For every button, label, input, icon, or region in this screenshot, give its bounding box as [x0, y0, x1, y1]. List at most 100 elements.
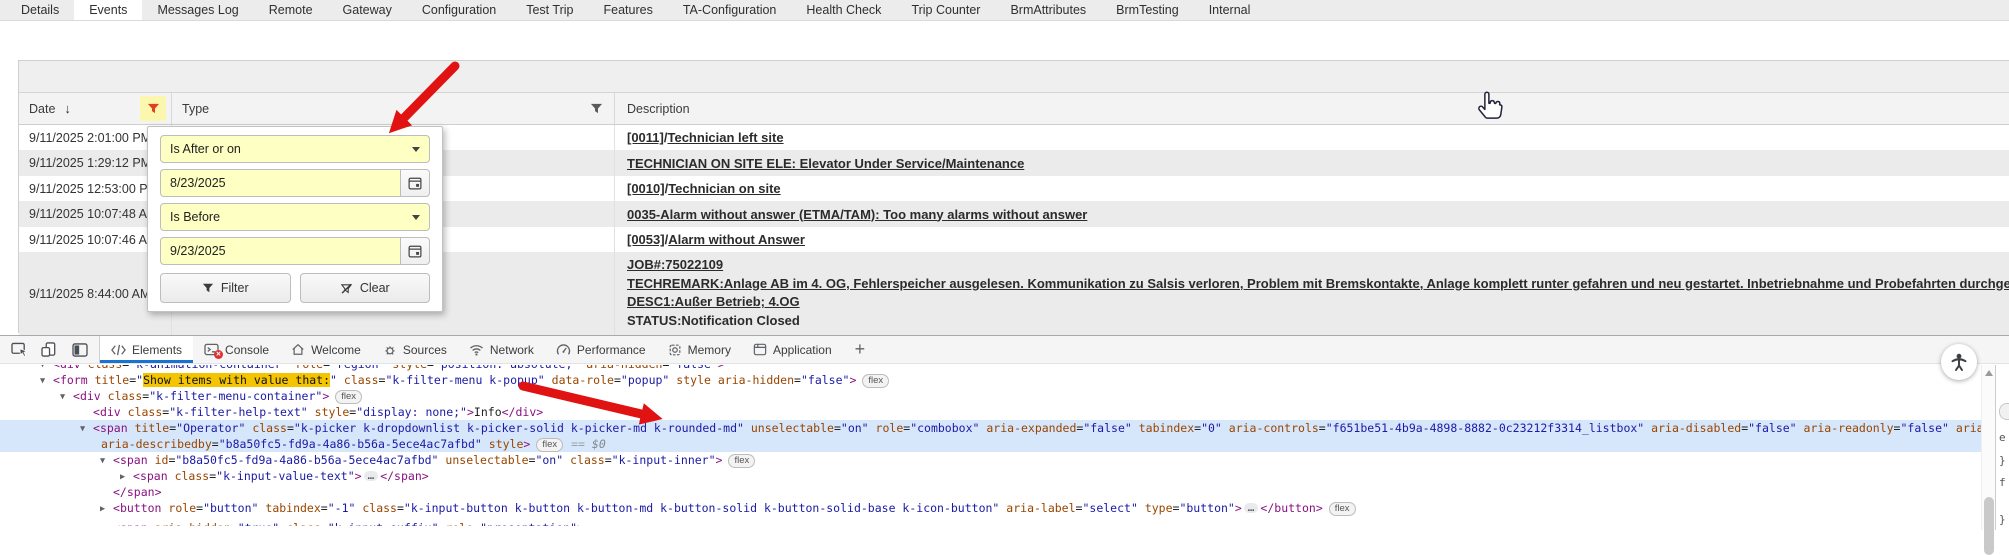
- dom-tree-line[interactable]: ▼<div class="k-animation-container" role…: [0, 365, 1981, 372]
- clipped-code-line: ▶<span aria-hidden="true" class="k-input…: [0, 520, 1981, 526]
- dom-tree-line[interactable]: ▶<button role="button" tabindex="-1" cla…: [0, 500, 1981, 516]
- expand-inline-icon[interactable]: …: [364, 471, 379, 481]
- description-link[interactable]: Technician left site: [668, 130, 784, 145]
- expand-inline-icon[interactable]: …: [1244, 503, 1259, 513]
- devtools-tab-label: Sources: [403, 343, 447, 357]
- filter-clear-button[interactable]: Clear: [300, 273, 431, 303]
- description-link[interactable]: Alarm without Answer: [668, 232, 805, 247]
- devtools-tabs: Elements✕ConsoleWelcomeSourcesNetworkPer…: [100, 336, 843, 363]
- devtools-tab-label: Console: [225, 343, 269, 357]
- devtools-scrollbar[interactable]: [1981, 365, 1996, 530]
- wifi-icon: [469, 344, 484, 356]
- tab-remote[interactable]: Remote: [254, 0, 328, 20]
- description-line: DESC1:Außer Betrieb; 4.OG: [627, 293, 2009, 312]
- expanded-twisty-icon[interactable]: ▼: [60, 389, 73, 405]
- tab-events[interactable]: Events: [74, 0, 142, 20]
- inspect-element-icon[interactable]: [11, 342, 28, 357]
- tab-trip-counter[interactable]: Trip Counter: [896, 0, 995, 20]
- flex-badge[interactable]: flex: [1329, 502, 1356, 516]
- dom-tree-line[interactable]: ▶<span class="k-input-value-text">…</spa…: [0, 468, 1981, 484]
- scrollbar-thumb[interactable]: [1984, 497, 1994, 555]
- chevron-down-icon: [412, 147, 420, 152]
- dom-tree-line-selected[interactable]: aria-describedby="b8a50fc5-fd9a-4a86-b56…: [0, 436, 1981, 452]
- dom-tree-line[interactable]: ▼<form title="Show items with value that…: [0, 372, 1981, 388]
- description-link[interactable]: DESC1:Außer Betrieb; 4.OG: [627, 294, 800, 309]
- dom-tree-line[interactable]: </span>: [0, 484, 1981, 500]
- dom-tree-line[interactable]: ▶<span aria-hidden="true" class="k-input…: [0, 520, 1981, 526]
- devtools-tab-label: Memory: [688, 343, 731, 357]
- tab-gateway[interactable]: Gateway: [328, 0, 407, 20]
- filter-date-1-input[interactable]: 8/23/2025: [160, 169, 400, 197]
- description-link[interactable]: JOB#:75022109: [627, 257, 723, 272]
- home-icon: [291, 343, 305, 356]
- flex-badge[interactable]: flex: [728, 454, 755, 468]
- description-link[interactable]: TECHNICIAN ON SITE ELE: Elevator Under S…: [627, 156, 1024, 171]
- flex-badge[interactable]: flex: [335, 390, 362, 404]
- expanded-twisty-icon[interactable]: ▼: [40, 365, 53, 372]
- tab-details[interactable]: Details: [6, 0, 74, 20]
- filter-date-2-input[interactable]: 9/23/2025: [160, 237, 400, 265]
- tab-messages-log[interactable]: Messages Log: [142, 0, 253, 20]
- devtools-tab-application[interactable]: Application: [742, 336, 843, 363]
- calendar-icon-button-2[interactable]: [400, 237, 430, 265]
- description-link[interactable]: [0053]: [627, 232, 665, 247]
- devtools-tab-network[interactable]: Network: [458, 336, 545, 363]
- column-header-description[interactable]: Description: [615, 93, 2009, 124]
- devtools-tab-label: Performance: [577, 343, 646, 357]
- filter-operator-1-dropdown[interactable]: Is After or on: [160, 135, 430, 163]
- activity-bar-layout-icon[interactable]: [72, 343, 88, 357]
- dom-tree-line[interactable]: ▼<div class="k-filter-menu-container">fl…: [0, 388, 1981, 404]
- devtools-tab-welcome[interactable]: Welcome: [280, 336, 372, 363]
- styles-pane-text-fragment: e: [1999, 431, 2006, 444]
- tab-health-check[interactable]: Health Check: [791, 0, 896, 20]
- description-link[interactable]: TECHREMARK:Anlage AB im 4. OG, Fehlerspe…: [627, 276, 2009, 291]
- devtools-tab-elements[interactable]: Elements: [100, 336, 193, 363]
- console-error-badge: ✕: [214, 350, 223, 359]
- tab-features[interactable]: Features: [588, 0, 667, 20]
- cell-description: TECHNICIAN ON SITE ELE: Elevator Under S…: [615, 150, 2009, 176]
- page-tabstrip: DetailsEventsMessages LogRemoteGatewayCo…: [0, 0, 2009, 21]
- type-filter-funnel-icon[interactable]: [583, 96, 609, 121]
- devtools-tab-sources[interactable]: Sources: [372, 336, 458, 363]
- collapsed-twisty-icon[interactable]: ▶: [100, 501, 113, 517]
- tab-brmtesting[interactable]: BrmTesting: [1101, 0, 1194, 20]
- devtools-tab-label: Welcome: [311, 343, 361, 357]
- flex-badge[interactable]: flex: [862, 374, 889, 388]
- styles-pane-text-fragment: f: [1999, 476, 2006, 489]
- expanded-twisty-icon[interactable]: ▼: [80, 421, 93, 437]
- description-line: JOB#:75022109: [627, 256, 2009, 275]
- description-link[interactable]: Technician on site: [668, 181, 780, 196]
- tab-configuration[interactable]: Configuration: [407, 0, 511, 20]
- calendar-icon-button-1[interactable]: [400, 169, 430, 197]
- column-header-type[interactable]: Type: [172, 93, 615, 124]
- filter-operator-2-dropdown[interactable]: Is Before: [160, 203, 430, 231]
- scroll-up-arrow-icon[interactable]: [1985, 370, 1993, 376]
- more-tools-button[interactable]: +: [843, 336, 878, 363]
- description-link[interactable]: [0010]: [627, 181, 665, 196]
- collapsed-twisty-icon[interactable]: ▶: [100, 521, 113, 526]
- devtools-toolbar: Elements✕ConsoleWelcomeSourcesNetworkPer…: [0, 336, 2009, 364]
- description-link[interactable]: 0035-Alarm without answer (ETMA/TAM): To…: [627, 207, 1087, 222]
- devtools-tab-memory[interactable]: Memory: [657, 336, 742, 363]
- collapsed-twisty-icon[interactable]: ▶: [120, 469, 133, 485]
- tab-brmattributes[interactable]: BrmAttributes: [995, 0, 1101, 20]
- filter-submit-button[interactable]: Filter: [160, 273, 291, 303]
- device-emulation-icon[interactable]: [41, 342, 59, 357]
- date-filter-funnel-icon[interactable]: [140, 96, 166, 121]
- tab-ta-configuration[interactable]: TA-Configuration: [668, 0, 792, 20]
- devtools-tab-console[interactable]: ✕Console: [193, 336, 280, 363]
- column-header-date[interactable]: Date ↓: [19, 93, 172, 124]
- dom-tree-line[interactable]: ▼<span id="b8a50fc5-fd9a-4a86-b56a-5ece4…: [0, 452, 1981, 468]
- dom-tree-line[interactable]: <div class="k-filter-help-text" style="d…: [0, 404, 1981, 420]
- dom-tree-line-selected[interactable]: ▼<span title="Operator" class="k-picker …: [0, 420, 1981, 436]
- expanded-twisty-icon[interactable]: ▼: [100, 453, 113, 469]
- devtools-tab-performance[interactable]: Performance: [545, 336, 657, 363]
- flex-badge[interactable]: flex: [536, 438, 563, 452]
- accessibility-overlay-button[interactable]: [1941, 344, 1977, 380]
- description-link[interactable]: [0011]: [627, 130, 664, 145]
- tab-internal[interactable]: Internal: [1194, 0, 1266, 20]
- styles-filter-sliver: [1999, 403, 2009, 420]
- expanded-twisty-icon[interactable]: ▼: [40, 373, 53, 389]
- column-label-description: Description: [627, 102, 690, 116]
- tab-test-trip[interactable]: Test Trip: [511, 0, 588, 20]
